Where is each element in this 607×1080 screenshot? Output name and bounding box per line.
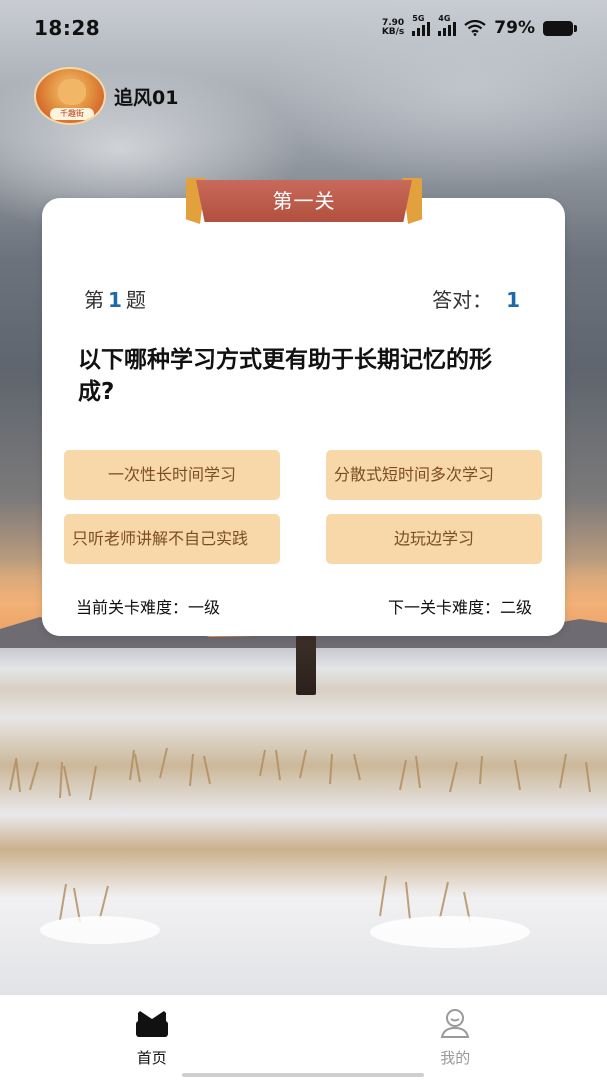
tab-mine[interactable]: 我的	[375, 1007, 535, 1068]
profile-icon	[441, 1009, 470, 1038]
question-meta: 第1题 答对： 1	[84, 284, 524, 313]
answer-option-3[interactable]: 只听老师讲解不自己实践	[64, 514, 280, 564]
wifi-icon	[464, 20, 486, 36]
battery-icon	[543, 20, 577, 36]
correct-label: 答对：	[432, 288, 493, 312]
bottom-tab-bar: 首页 我的	[0, 995, 607, 1080]
current-difficulty: 当前关卡难度：一级	[76, 598, 221, 617]
status-bar: 18:28 7.90 KB/s 5G 4G 79%	[0, 0, 607, 56]
tab-mine-label: 我的	[440, 1049, 471, 1067]
answer-option-2[interactable]: 分散式短时间多次学习	[326, 450, 542, 500]
battery-percent: 79%	[494, 18, 535, 38]
next-difficulty: 下一关卡难度：二级	[387, 598, 532, 617]
signal-5g-icon: 5G	[412, 14, 431, 36]
quiz-card: 第1题 答对： 1 以下哪种学习方式更有助于长期记忆的形成? 一次性长时间学习 分…	[42, 198, 565, 636]
question-number-label: 第1题	[84, 284, 146, 313]
dry-grass	[9, 747, 591, 948]
tab-home[interactable]: 首页	[72, 1007, 232, 1068]
avatar-tag: 千趣街	[50, 108, 94, 120]
network-speed-unit: KB/s	[381, 27, 405, 37]
answer-option-1[interactable]: 一次性长时间学习	[64, 450, 280, 500]
correct-count: 1	[506, 288, 520, 312]
status-icons: 7.90 KB/s 5G 4G 79%	[382, 14, 577, 38]
avatar[interactable]: 千趣街	[34, 67, 106, 125]
answer-options: 一次性长时间学习 分散式短时间多次学习 只听老师讲解不自己实践 边玩边学习	[64, 450, 542, 564]
answer-option-4[interactable]: 边玩边学习	[326, 514, 542, 564]
question-number: 1	[108, 288, 122, 312]
status-time: 18:28	[34, 16, 101, 40]
signal-4g-label: 4G	[438, 14, 451, 23]
user-name: 追风01	[114, 86, 179, 109]
home-indicator	[182, 1073, 424, 1077]
tab-home-label: 首页	[136, 1049, 167, 1067]
level-title: 第一关	[272, 189, 336, 213]
difficulty-row: 当前关卡难度：一级 下一关卡难度：二级	[76, 594, 532, 618]
level-banner: 第一关	[186, 178, 422, 226]
question-prefix: 第	[84, 288, 104, 312]
question-suffix: 题	[125, 288, 146, 312]
signal-4g-icon: 4G	[438, 14, 457, 36]
correct-count-label: 答对： 1	[432, 284, 524, 313]
signal-5g-label: 5G	[412, 14, 425, 23]
user-header[interactable]: 千趣街 追风01	[34, 67, 178, 125]
question-text: 以下哪种学习方式更有助于长期记忆的形成?	[78, 347, 492, 405]
network-speed: 7.90 KB/s	[382, 19, 404, 37]
cat-mascot-icon	[58, 79, 86, 105]
tree-trunk	[296, 635, 316, 695]
home-icon	[135, 1011, 168, 1037]
